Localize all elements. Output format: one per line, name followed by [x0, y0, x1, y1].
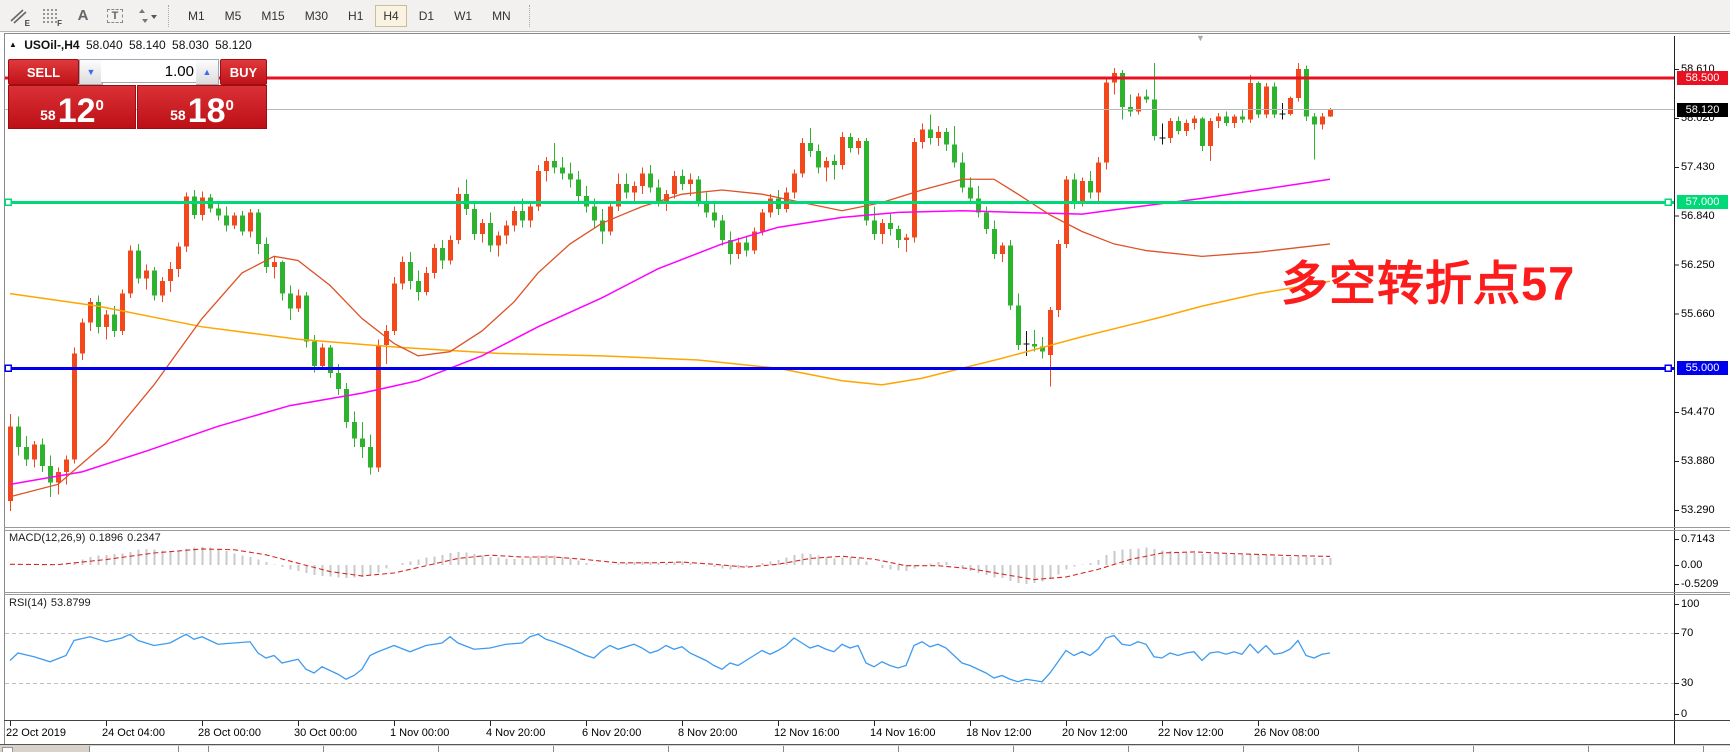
price-tick-label: 56.840 [1681, 210, 1715, 222]
time-axis-label: 18 Nov 12:00 [966, 727, 1031, 739]
rsi-scale-label: 0 [1681, 708, 1687, 720]
timeframe-buttons: M1M5M15M30H1H4D1W1MN [178, 5, 521, 27]
sell-price-sup: 0 [96, 86, 104, 126]
time-axis-label: 20 Nov 12:00 [1062, 727, 1127, 739]
symbol-period: USOil-,H4 [24, 38, 79, 52]
bar-close: 58.120 [215, 38, 252, 52]
fibonacci-icon[interactable]: F [38, 4, 64, 28]
time-axis-label: 8 Nov 20:00 [678, 727, 737, 739]
toolbar-separator [168, 5, 170, 27]
timeframe-d1[interactable]: D1 [411, 5, 442, 27]
price-badge-58.120: 58.120 [1677, 103, 1728, 117]
time-axis-label: 12 Nov 16:00 [774, 727, 839, 739]
rsi-scale-label: 100 [1681, 598, 1699, 610]
timeframe-m15[interactable]: M15 [253, 5, 292, 27]
time-axis-label: 4 Nov 20:00 [486, 727, 545, 739]
buy-price-base: 58 [170, 104, 186, 126]
chart-shift-marker[interactable]: ▼ [1196, 33, 1205, 43]
rsi-indicator-label: RSI(14)53.8799 [9, 597, 95, 609]
bar-open: 58.040 [86, 38, 123, 52]
macd-scale-label: -0.5209 [1681, 578, 1718, 590]
sell-price-button[interactable]: 58 12 0 [8, 85, 136, 129]
price-badge-57.000: 57.000 [1677, 195, 1728, 209]
price-chart-canvas[interactable] [0, 32, 1730, 744]
chart-window: ▲ USOil-,H4 58.040 58.140 58.030 58.120 … [0, 32, 1730, 744]
toolbar-separator [529, 5, 531, 27]
time-axis-label: 22 Nov 12:00 [1158, 727, 1223, 739]
volume-input[interactable] [101, 59, 199, 83]
sell-button[interactable]: SELL [8, 59, 79, 85]
volume-increase-button[interactable]: ▲ [196, 59, 219, 85]
tool-letter: E [25, 19, 30, 28]
bottom-strip [0, 744, 1730, 752]
price-tick-label: 54.470 [1681, 406, 1715, 418]
time-axis-label: 24 Oct 04:00 [102, 727, 165, 739]
lower-window-edge[interactable] [89, 746, 1730, 752]
sell-price-big: 12 [58, 96, 96, 126]
buy-price-sup: 0 [226, 86, 234, 126]
price-tick-label: 53.290 [1681, 504, 1715, 516]
arrows-tool-icon[interactable] [134, 4, 160, 28]
price-badge-55.000: 55.000 [1677, 361, 1728, 375]
rsi-scale-label: 70 [1681, 627, 1693, 639]
trading-platform-window: E F A T M1M5M15M30H1H4D1W1MN ▲ USOil-,H4… [0, 0, 1730, 752]
price-tick-label: 56.250 [1681, 259, 1715, 271]
timeframe-m1[interactable]: M1 [180, 5, 213, 27]
sell-price-base: 58 [40, 104, 56, 126]
timeframe-h1[interactable]: H1 [340, 5, 371, 27]
one-click-trading-panel: SELL ▼ ▲ BUY 58 12 0 58 18 0 [8, 57, 265, 125]
macd-scale-label: 0.00 [1681, 559, 1702, 571]
time-axis-label: 28 Oct 00:00 [198, 727, 261, 739]
price-tick-label: 53.880 [1681, 455, 1715, 467]
bar-high: 58.140 [129, 38, 166, 52]
buy-price-button[interactable]: 58 18 0 [137, 85, 267, 129]
price-tick-label: 57.430 [1681, 161, 1715, 173]
lower-window-corner [2, 747, 13, 752]
price-badge-58.500: 58.500 [1677, 71, 1728, 85]
time-axis-label: 1 Nov 00:00 [390, 727, 449, 739]
time-axis-label: 26 Nov 08:00 [1254, 727, 1319, 739]
text-tool-icon[interactable]: A [70, 4, 96, 28]
volume-decrease-button[interactable]: ▼ [79, 59, 103, 85]
price-tick-label: 55.660 [1681, 308, 1715, 320]
time-axis-label: 6 Nov 20:00 [582, 727, 641, 739]
time-axis-label: 30 Oct 00:00 [294, 727, 357, 739]
timeframe-m30[interactable]: M30 [297, 5, 336, 27]
text-label-icon[interactable]: T [102, 4, 128, 28]
buy-button[interactable]: BUY [220, 59, 267, 85]
timeframe-h4[interactable]: H4 [375, 5, 406, 27]
toolbar: E F A T M1M5M15M30H1H4D1W1MN [0, 0, 1730, 32]
time-axis-label: 14 Nov 16:00 [870, 727, 935, 739]
chart-annotation-text: 多空转折点57 [1281, 245, 1575, 314]
symbol-direction-icon: ▲ [9, 40, 17, 49]
timeframe-mn[interactable]: MN [484, 5, 519, 27]
equidistant-channel-icon[interactable]: E [6, 4, 32, 28]
timeframe-w1[interactable]: W1 [446, 5, 480, 27]
time-axis-label: 22 Oct 2019 [6, 727, 66, 739]
timeframe-m5[interactable]: M5 [217, 5, 250, 27]
symbol-header: ▲ USOil-,H4 58.040 58.140 58.030 58.120 [9, 38, 255, 52]
bar-low: 58.030 [172, 38, 209, 52]
macd-scale-label: 0.7143 [1681, 533, 1715, 545]
tool-letter: F [57, 19, 62, 28]
buy-price-big: 18 [188, 96, 226, 126]
rsi-scale-label: 30 [1681, 677, 1693, 689]
macd-indicator-label: MACD(12,26,9)0.18960.2347 [9, 532, 165, 544]
